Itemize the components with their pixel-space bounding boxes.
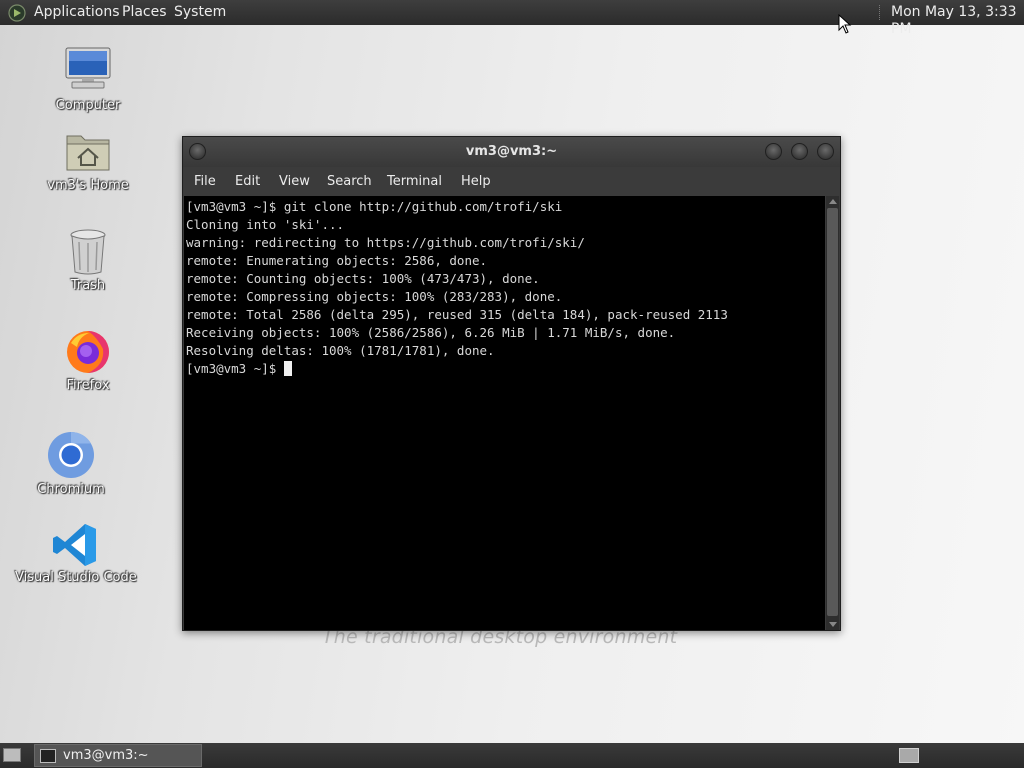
window-title: vm3@vm3:~: [465, 144, 558, 159]
terminal-cursor: [283, 361, 292, 376]
home-folder-icon: [66, 135, 110, 171]
menu-applications[interactable]: Applications: [34, 4, 120, 21]
minimize-button[interactable]: [765, 143, 782, 160]
panel-separator: [879, 5, 883, 20]
terminal-prompt: [vm3@vm3 ~]$: [186, 361, 284, 376]
terminal-line: remote: Counting objects: 100% (473/473)…: [186, 271, 540, 286]
bottom-panel: vm3@vm3:~: [0, 743, 1024, 768]
terminal-text: [vm3@vm3 ~]$ git clone http://github.com…: [186, 198, 728, 378]
scrollbar-thumb[interactable]: [827, 208, 838, 616]
close-button[interactable]: [817, 143, 834, 160]
terminal-output[interactable]: [vm3@vm3 ~]$ git clone http://github.com…: [184, 196, 825, 630]
menu-file[interactable]: File: [194, 174, 216, 189]
firefox-icon: [67, 331, 109, 373]
desktop-icon-trash[interactable]: Trash: [28, 228, 148, 296]
desktop-icon-home[interactable]: vm3's Home: [28, 128, 148, 196]
terminal-icon: [40, 749, 56, 763]
desktop-icon-label: Chromium: [37, 482, 105, 497]
menu-help[interactable]: Help: [461, 174, 491, 189]
terminal-line: remote: Compressing objects: 100% (283/2…: [186, 289, 563, 304]
terminal-menubar: File Edit View Search Terminal Help: [183, 167, 840, 196]
desktop-icon-label: Firefox: [66, 378, 110, 393]
mate-logo-icon[interactable]: [8, 4, 26, 22]
desktop-icon-vscode[interactable]: Visual Studio Code: [15, 520, 137, 590]
terminal-line: remote: Total 2586 (delta 295), reused 3…: [186, 307, 728, 322]
desktop-icon-label: Trash: [70, 278, 106, 293]
maximize-button[interactable]: [791, 143, 808, 160]
taskbar-item-terminal[interactable]: vm3@vm3:~: [34, 744, 202, 767]
desktop-icon-label: vm3's Home: [47, 178, 129, 193]
terminal-scrollbar[interactable]: [826, 196, 839, 630]
desktop-icon-computer[interactable]: Computer: [28, 44, 148, 116]
menu-view[interactable]: View: [279, 174, 310, 189]
chromium-icon: [48, 431, 94, 478]
show-desktop-button[interactable]: [3, 748, 21, 762]
desktop-icon-label: Computer: [55, 98, 121, 113]
terminal-line: Receiving objects: 100% (2586/2586), 6.2…: [186, 325, 676, 340]
scroll-down-icon[interactable]: [829, 622, 837, 627]
menu-terminal[interactable]: Terminal: [387, 174, 442, 189]
mouse-pointer-icon: [838, 14, 852, 34]
computer-icon: [65, 47, 111, 89]
desktop-icon-chromium[interactable]: Chromium: [11, 430, 131, 500]
terminal-line: Cloning into 'ski'...: [186, 217, 345, 232]
terminal-line: [vm3@vm3 ~]$ git clone http://github.com…: [186, 199, 563, 214]
scroll-up-icon[interactable]: [829, 199, 837, 204]
top-panel: Applications Places System Mon May 13, 3…: [0, 0, 1024, 37]
menu-search[interactable]: Search: [327, 174, 372, 189]
trash-icon: [70, 229, 106, 275]
terminal-line: Resolving deltas: 100% (1781/1781), done…: [186, 343, 495, 358]
terminal-line: warning: redirecting to https://github.c…: [186, 235, 585, 250]
menu-system[interactable]: System: [174, 4, 226, 21]
desktop-icon-label: Visual Studio Code: [15, 570, 137, 585]
menu-places[interactable]: Places: [122, 4, 167, 21]
workspace-switcher[interactable]: [899, 748, 919, 763]
terminal-window: vm3@vm3:~ File Edit View Search Terminal…: [182, 136, 841, 631]
menu-edit[interactable]: Edit: [235, 174, 260, 189]
vscode-icon: [53, 524, 96, 566]
desktop-icon-firefox[interactable]: Firefox: [28, 328, 148, 396]
window-titlebar[interactable]: vm3@vm3:~: [183, 137, 840, 167]
clock[interactable]: Mon May 13, 3:33 PM: [891, 4, 1024, 38]
terminal-line: remote: Enumerating objects: 2586, done.: [186, 253, 488, 268]
taskbar-item-label: vm3@vm3:~: [63, 748, 149, 763]
